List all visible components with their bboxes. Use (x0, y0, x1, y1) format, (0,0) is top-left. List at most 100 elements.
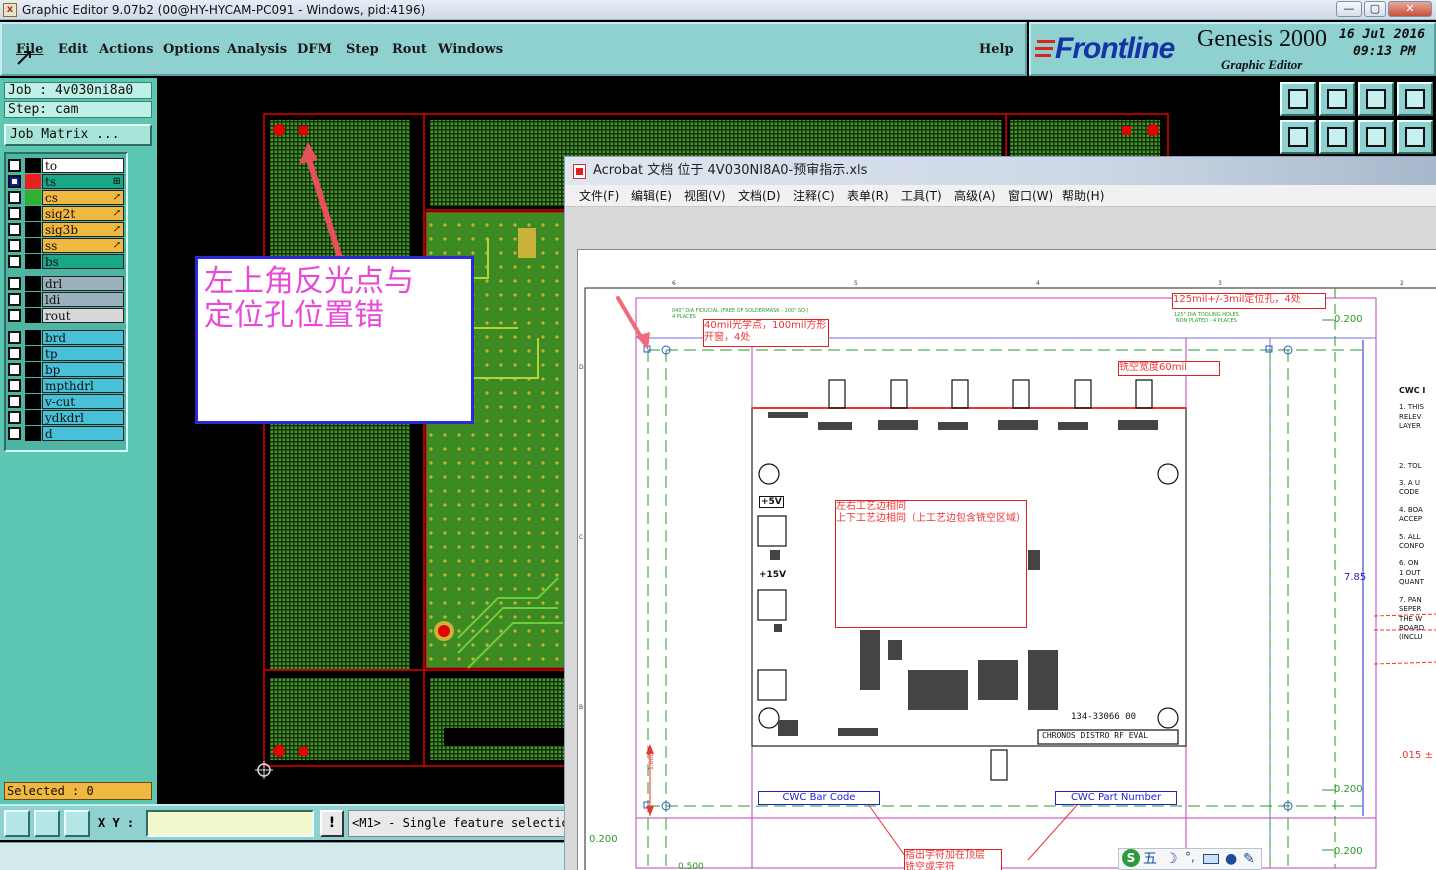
layer-row-ydkdrl[interactable]: ydkdrl (8, 410, 124, 425)
layer-row-sig3b[interactable]: sig3b ↗ (8, 222, 124, 237)
menu-windows[interactable]: Windows (438, 42, 503, 57)
close-button[interactable]: ✕ (1388, 1, 1432, 17)
layer-name[interactable]: mpthdrl (42, 378, 124, 393)
acrobat-document-area[interactable]: 6 5 4 3 2 D C B 040" DIA FIDUCIAL (FREE … (565, 207, 1436, 870)
layer-checkbox[interactable] (8, 159, 21, 172)
warning-button[interactable]: ! (320, 810, 344, 837)
split-view-button[interactable] (1397, 82, 1433, 116)
menu-actions[interactable]: Actions (99, 42, 153, 57)
layer-name[interactable]: to (42, 158, 124, 173)
layer-name[interactable]: ldi (42, 292, 124, 307)
layer-checkbox[interactable] (8, 363, 21, 376)
menu-analysis[interactable]: Analysis (227, 42, 287, 57)
menu-rout[interactable]: Rout (392, 42, 427, 57)
layer-row-sig2t[interactable]: sig2t ↗ (8, 206, 124, 221)
mirror-button[interactable] (1358, 120, 1394, 154)
ime-mode[interactable]: 五 (1143, 849, 1157, 869)
layer-checkbox[interactable] (8, 395, 21, 408)
select-tool-button[interactable] (4, 810, 30, 837)
layer-name[interactable]: ss ↗ (42, 238, 124, 253)
layer-checkbox[interactable] (8, 331, 21, 344)
layer-color-swatch[interactable] (25, 410, 41, 425)
acro-menu-view[interactable]: 视图(V) (684, 185, 726, 207)
minimize-button[interactable]: — (1336, 1, 1362, 17)
job-matrix-button[interactable]: Job Matrix ... (4, 124, 152, 146)
layer-name[interactable]: sig3b ↗ (42, 222, 124, 237)
layer-name[interactable]: ts ⊞ (42, 174, 124, 189)
layer-row-to[interactable]: to (8, 158, 124, 173)
layer-checkbox[interactable] (8, 277, 21, 290)
menu-edit[interactable]: Edit (58, 42, 88, 57)
layer-row-ldi[interactable]: ldi (8, 292, 124, 307)
zoom-tool-button[interactable] (34, 810, 60, 837)
snap-button[interactable] (1397, 120, 1433, 154)
layer-row-d[interactable]: d (8, 426, 124, 441)
layer-color-swatch[interactable] (25, 276, 41, 291)
menu-step[interactable]: Step (346, 42, 379, 57)
layer-row-rout[interactable]: rout (8, 308, 124, 323)
layer-row-v-cut[interactable]: v-cut (8, 394, 124, 409)
house-view-button[interactable] (1358, 82, 1394, 116)
layer-checkbox[interactable] (8, 379, 21, 392)
acro-menu-comments[interactable]: 注释(C) (793, 185, 835, 207)
layer-name[interactable]: cs ↗ (42, 190, 124, 205)
keyboard-icon[interactable] (1203, 854, 1219, 864)
layer-color-swatch[interactable] (25, 174, 41, 189)
layer-name[interactable]: tp (42, 346, 124, 361)
layer-color-swatch[interactable] (25, 292, 41, 307)
acro-menu-forms[interactable]: 表单(R) (847, 185, 889, 207)
maximize-button[interactable]: ▢ (1364, 1, 1386, 17)
layer-color-swatch[interactable] (25, 222, 41, 237)
menu-dfm[interactable]: DFM (297, 42, 332, 57)
layer-checkbox[interactable] (8, 293, 21, 306)
layer-name[interactable]: drl (42, 276, 124, 291)
layer-name[interactable]: bs (42, 254, 124, 269)
layer-checkbox[interactable] (8, 223, 21, 236)
layer-checkbox[interactable] (8, 239, 21, 252)
acro-menu-document[interactable]: 文档(D) (738, 185, 781, 207)
zoom-down-button[interactable] (1319, 82, 1355, 116)
layer-row-ss[interactable]: ss ↗ (8, 238, 124, 253)
layer-color-swatch[interactable] (25, 190, 41, 205)
layer-row-bs[interactable]: bs (8, 254, 124, 269)
layer-row-tp[interactable]: tp (8, 346, 124, 361)
layer-color-swatch[interactable] (25, 426, 41, 441)
layer-color-swatch[interactable] (25, 158, 41, 173)
layer-name[interactable]: sig2t ↗ (42, 206, 124, 221)
acro-menu-edit[interactable]: 编辑(E) (631, 185, 672, 207)
layer-row-ts[interactable]: ts ⊞ (8, 174, 124, 189)
layer-checkbox[interactable] (8, 309, 21, 322)
acro-menu-file[interactable]: 文件(F) (579, 185, 619, 207)
layer-checkbox[interactable] (8, 207, 21, 220)
layer-color-swatch[interactable] (25, 308, 41, 323)
layer-row-drl[interactable]: drl (8, 276, 124, 291)
layer-color-swatch[interactable] (25, 394, 41, 409)
zoom-home-button[interactable] (1280, 82, 1316, 116)
layer-checkbox[interactable] (8, 411, 21, 424)
layer-color-swatch[interactable] (25, 378, 41, 393)
menu-options[interactable]: Options (163, 42, 220, 57)
layer-row-brd[interactable]: brd (8, 330, 124, 345)
xy-input[interactable] (146, 810, 314, 837)
layer-checkbox[interactable] (8, 427, 21, 440)
grid-tool-button[interactable] (64, 810, 90, 837)
layer-color-swatch[interactable] (25, 346, 41, 361)
layer-color-swatch[interactable] (25, 254, 41, 269)
layer-color-swatch[interactable] (25, 238, 41, 253)
layer-name[interactable]: d (42, 426, 124, 441)
layer-checkbox[interactable] (8, 347, 21, 360)
layer-row-bp[interactable]: bp (8, 362, 124, 377)
acro-menu-tools[interactable]: 工具(T) (901, 185, 942, 207)
layer-checkbox[interactable] (8, 255, 21, 268)
layer-color-swatch[interactable] (25, 330, 41, 345)
acro-menu-window[interactable]: 窗口(W) (1008, 185, 1053, 207)
acro-menu-advanced[interactable]: 高级(A) (954, 185, 996, 207)
layer-name[interactable]: v-cut (42, 394, 124, 409)
layer-name[interactable]: brd (42, 330, 124, 345)
pan-right-button[interactable] (1319, 120, 1355, 154)
layer-name[interactable]: rout (42, 308, 124, 323)
layer-name[interactable]: ydkdrl (42, 410, 124, 425)
degree-icon[interactable]: °, (1185, 847, 1195, 867)
layer-row-mpthdrl[interactable]: mpthdrl (8, 378, 124, 393)
wrench-icon[interactable]: ✎ (1243, 849, 1255, 869)
